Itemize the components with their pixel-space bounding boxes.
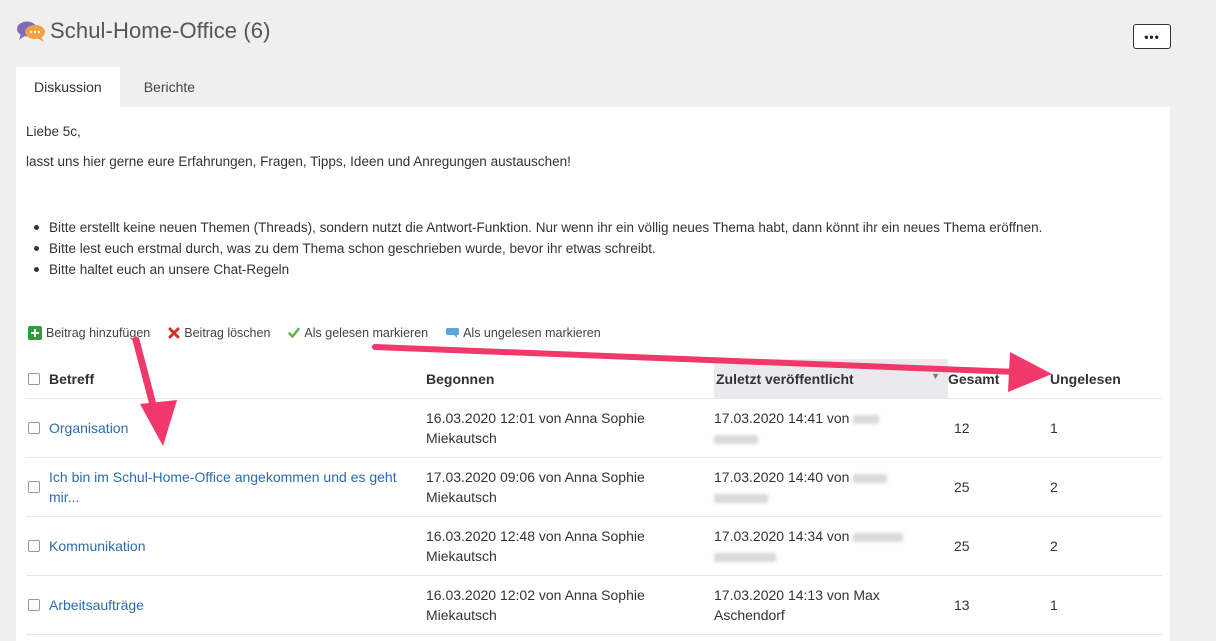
unread-cell: 1: [1050, 420, 1058, 436]
delete-post-label: Beitrag löschen: [184, 326, 271, 340]
checkmark-icon: [288, 327, 301, 339]
subject-cell: Ich bin im Schul-Home-Office angekommen …: [26, 458, 426, 516]
page-header: Schul-Home-Office (6): [16, 18, 271, 44]
table-row: Kommunikation 16.03.2020 12:48 von Anna …: [26, 517, 1162, 576]
header-last-posted: Zuletzt veröffentlicht: [716, 370, 854, 387]
delete-post-button[interactable]: Beitrag löschen: [168, 326, 270, 340]
action-toolbar: Beitrag hinzufügen Beitrag löschen Als g…: [28, 326, 619, 340]
header-started[interactable]: Begonnen: [426, 371, 714, 387]
redacted-name: [853, 414, 880, 424]
subject-cell: Organisation: [26, 399, 426, 457]
tab-diskussion[interactable]: Diskussion: [16, 67, 120, 107]
rule-item: Bitte lest euch erstmal durch, was zu de…: [26, 238, 1151, 259]
header-subject[interactable]: Betreff: [49, 371, 94, 387]
forum-intro: Liebe 5c, lasst uns hier gerne eure Erfa…: [26, 123, 571, 183]
plus-icon: [28, 326, 42, 340]
subject-cell: Arbeitsaufträge: [26, 576, 426, 634]
row-checkbox[interactable]: [28, 540, 40, 552]
tab-berichte[interactable]: Berichte: [120, 67, 219, 107]
forum-rules: Bitte erstellt keine neuen Themen (Threa…: [26, 217, 1151, 280]
table-header: Betreff Begonnen Zuletzt veröffentlicht …: [26, 359, 1162, 399]
page-title: Schul-Home-Office (6): [50, 18, 271, 43]
add-post-button[interactable]: Beitrag hinzufügen: [28, 326, 150, 340]
unread-cell: 2: [1050, 538, 1058, 554]
table-row: Arbeitsaufträge 16.03.2020 12:02 von Ann…: [26, 576, 1162, 635]
row-checkbox[interactable]: [28, 481, 40, 493]
started-cell: 16.03.2020 12:02 von Anna Sophie Miekaut…: [426, 587, 645, 623]
thread-link[interactable]: Arbeitsaufträge: [49, 595, 144, 615]
table-row: Ich bin im Schul-Home-Office angekommen …: [26, 458, 1162, 517]
started-cell: 16.03.2020 12:48 von Anna Sophie Miekaut…: [426, 528, 645, 564]
total-cell: 25: [954, 479, 970, 495]
threads-table: Betreff Begonnen Zuletzt veröffentlicht …: [26, 359, 1162, 635]
subject-cell: Kommunikation: [26, 517, 426, 575]
sort-desc-icon: ▼: [931, 371, 940, 381]
redacted-name: [714, 493, 768, 503]
unread-bubble-icon: [446, 327, 460, 339]
redacted-name: [714, 434, 758, 444]
unread-cell: 2: [1050, 479, 1058, 495]
unread-cell: 1: [1050, 597, 1058, 613]
started-cell: 17.03.2020 09:06 von Anna Sophie Miekaut…: [426, 469, 645, 505]
discussion-panel: Liebe 5c, lasst uns hier gerne eure Erfa…: [16, 107, 1170, 641]
started-cell: 16.03.2020 12:01 von Anna Sophie Miekaut…: [426, 410, 645, 446]
header-unread[interactable]: Ungelesen: [1044, 371, 1162, 387]
redacted-name: [853, 532, 904, 542]
mark-unread-label: Als ungelesen markieren: [463, 326, 601, 340]
total-cell: 25: [954, 538, 970, 554]
last-posted-cell: 17.03.2020 14:41 von: [714, 399, 948, 457]
mark-read-label: Als gelesen markieren: [304, 326, 429, 340]
intro-text: lasst uns hier gerne eure Erfahrungen, F…: [26, 154, 571, 169]
thread-link[interactable]: Ich bin im Schul-Home-Office angekommen …: [49, 467, 409, 507]
select-all-checkbox[interactable]: [28, 372, 40, 385]
rule-item: Bitte haltet euch an unsere Chat-Regeln: [26, 259, 1151, 280]
total-cell: 13: [954, 597, 970, 613]
cross-icon: [168, 327, 180, 339]
header-last-posted-cell[interactable]: Zuletzt veröffentlicht ▼: [714, 359, 948, 398]
last-posted-text: 17.03.2020 14:41 von: [714, 410, 850, 426]
thread-link[interactable]: Kommunikation: [49, 536, 146, 556]
total-cell: 12: [954, 420, 970, 436]
redacted-name: [853, 473, 888, 483]
last-posted-text: 17.03.2020 14:34 von: [714, 528, 850, 544]
mark-read-button[interactable]: Als gelesen markieren: [288, 326, 428, 340]
chat-bubbles-icon: [16, 19, 48, 43]
thread-link[interactable]: Organisation: [49, 418, 128, 438]
tab-bar: Diskussion Berichte: [16, 67, 219, 107]
header-subject-cell: Betreff: [26, 371, 426, 387]
redacted-name: [714, 552, 776, 562]
more-actions-button[interactable]: •••: [1133, 24, 1171, 49]
intro-greeting: Liebe 5c,: [26, 124, 81, 139]
row-checkbox[interactable]: [28, 599, 40, 611]
mark-unread-button[interactable]: Als ungelesen markieren: [446, 326, 601, 340]
last-posted-cell: 17.03.2020 14:34 von: [714, 517, 948, 575]
table-row: Organisation 16.03.2020 12:01 von Anna S…: [26, 399, 1162, 458]
header-total[interactable]: Gesamt: [948, 371, 1044, 387]
add-post-label: Beitrag hinzufügen: [46, 326, 151, 340]
last-posted-cell: 17.03.2020 14:40 von: [714, 458, 948, 516]
row-checkbox[interactable]: [28, 422, 40, 434]
last-posted-cell: 17.03.2020 14:13 von Max Aschendorf: [714, 587, 880, 623]
last-posted-text: 17.03.2020 14:40 von: [714, 469, 850, 485]
rule-item: Bitte erstellt keine neuen Themen (Threa…: [26, 217, 1151, 238]
